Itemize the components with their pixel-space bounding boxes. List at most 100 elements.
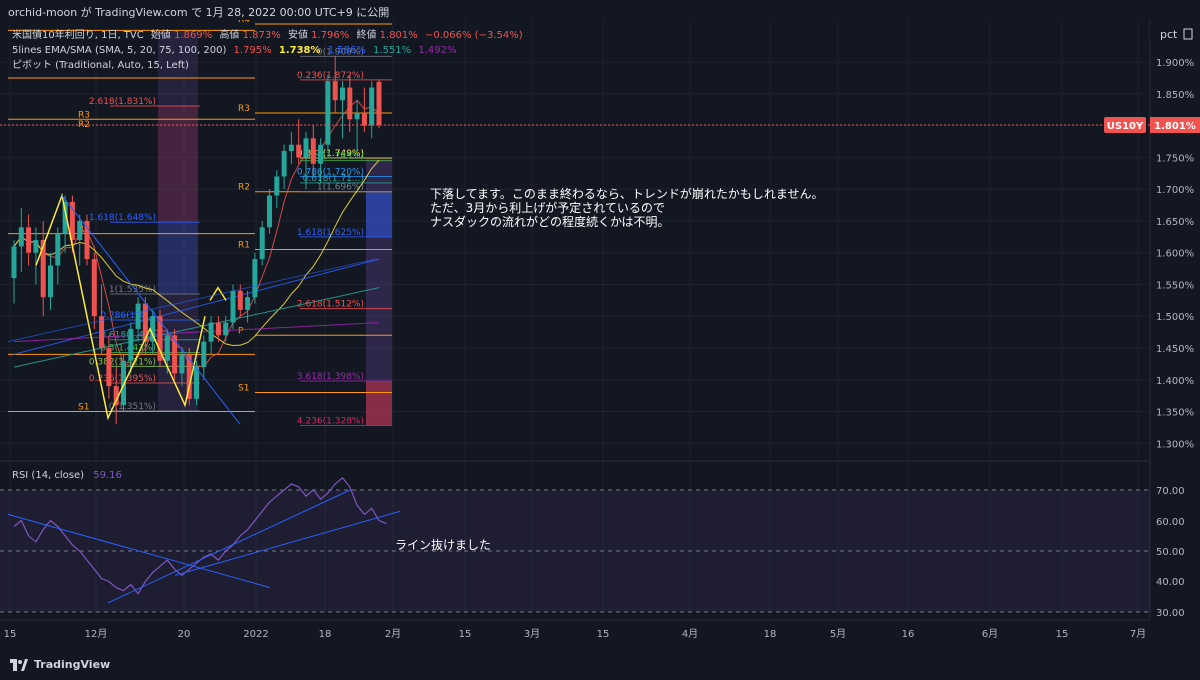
candle-body — [288, 144, 294, 152]
candle-body — [215, 322, 221, 336]
candle-body — [230, 290, 236, 323]
rsi-tick-label: 30.00 — [1156, 608, 1185, 619]
rsi-value: 59.16 — [93, 470, 122, 481]
candle-body — [340, 87, 345, 101]
candle-body — [33, 240, 39, 253]
rsi-tick-label: 70.00 — [1156, 486, 1185, 497]
candle-body — [303, 138, 309, 158]
time-tick-label: 15 — [459, 629, 472, 640]
fib-right-label: 2.618(1.512%) — [297, 300, 364, 310]
price-tick-label: 1.400% — [1156, 376, 1194, 387]
pivot-r4-label: R4 — [238, 20, 250, 25]
pivot-left-label: R3 — [78, 110, 90, 120]
price-tick-label: 1.300% — [1156, 439, 1194, 450]
candle-body — [252, 259, 258, 298]
fib-right-zone — [366, 158, 392, 426]
time-tick-label: 18 — [319, 629, 332, 640]
candle-body — [354, 112, 360, 120]
price-tick-label: 1.900% — [1156, 58, 1194, 69]
time-tick-label: 15 — [4, 629, 17, 640]
price-tick-label: 1.850% — [1156, 90, 1194, 101]
footer: TradingView — [0, 648, 1200, 680]
candle-body — [106, 348, 112, 387]
rsi-tick-label: 40.00 — [1156, 577, 1185, 588]
candle-body — [332, 81, 338, 101]
legend-close-label: 終値 — [356, 28, 376, 41]
candle-body — [274, 176, 280, 196]
pivot-right-label: S1 — [238, 383, 249, 393]
legend-ma-value-4: 1.551% — [373, 45, 411, 56]
price-tick-label: 1.750% — [1156, 153, 1194, 164]
publish-header: orchid-moon が TradingView.com で 1月 28, 2… — [0, 0, 1200, 20]
rsi-band — [0, 489, 1150, 613]
legend-ma-value-1: 1.795% — [234, 45, 272, 56]
candle-body — [201, 341, 207, 368]
price-axis[interactable]: 1.900%1.850%1.800%1.750%1.700%1.650%1.60… — [1156, 58, 1194, 450]
time-tick-label: 2月 — [385, 628, 401, 640]
candle-body — [128, 328, 134, 361]
fib-left-label: 1.618(1.648%) — [89, 213, 156, 223]
candle-body — [194, 367, 199, 399]
candle-body — [40, 240, 46, 298]
candle-body — [164, 335, 170, 361]
legend-high-value: 1.873% — [243, 30, 281, 41]
pivot-right-label: R3 — [238, 104, 250, 114]
time-tick-label: 4月 — [682, 628, 698, 640]
price-tick-label: 1.550% — [1156, 280, 1194, 291]
fib-right-label: 0.236(1.872%) — [297, 71, 364, 81]
symbol-tag-text: US10Y — [1107, 121, 1144, 132]
legend-ma-title: 5lines EMA/SMA (SMA, 5, 20, 75, 100, 200… — [12, 45, 226, 56]
time-tick-label: 15 — [1056, 629, 1069, 640]
rsi-legend: RSI (14, close) 59.16 — [12, 470, 122, 481]
fib-left-label: 2.618(1.831%) — [89, 97, 156, 107]
rsi-annotation[interactable]: ライン抜けました — [395, 538, 491, 552]
candle-body — [245, 297, 251, 310]
time-tick-label: 2022 — [243, 629, 268, 640]
candle-body — [310, 138, 316, 164]
annotation-line-3: ナスダックの流れがどの程度続くかは不明。 — [430, 214, 670, 229]
legend-low-label: 安値 — [288, 28, 308, 41]
time-axis[interactable]: 15 12月 20 2022 18 2月 15 3月 15 4月 18 5月 16 6月 15 7月 — [4, 628, 1147, 640]
current-price-text: 1.801% — [1154, 121, 1196, 132]
candle-body — [135, 303, 141, 329]
fib-left-red — [158, 105, 198, 223]
svg-text:米国債10年利回り, 1日, TVC 始値: 米国債10年利回り, 1日, TVC 始値 1.869% 高値 1.873% 安… — [12, 28, 523, 41]
candle-body — [11, 246, 17, 279]
time-tick-label: 6月 — [982, 628, 998, 640]
price-chart[interactable]: R3R2R1S1R3R2R1PS1R4 2.618(1.831%)1.618(1… — [0, 20, 1200, 648]
unit-label: pct — [1160, 28, 1178, 41]
candle-body — [55, 233, 61, 266]
candle-body — [259, 227, 265, 260]
annotation-line-2: ただ、3月から利上げが予定されているので — [430, 200, 665, 215]
candle-body — [48, 265, 53, 298]
rsi-tick-label: 50.00 — [1156, 547, 1185, 558]
time-tick-label: 15 — [597, 629, 610, 640]
candle-body — [237, 290, 243, 310]
tradingview-icon — [10, 658, 28, 671]
legend-ma-value-2: 1.738% — [279, 45, 321, 56]
candle-body — [208, 322, 214, 342]
rsi-tick-label: 60.00 — [1156, 517, 1185, 528]
tradingview-logo[interactable]: TradingView — [10, 658, 110, 671]
time-tick-label: 16 — [902, 629, 915, 640]
price-tick-label: 1.650% — [1156, 217, 1194, 228]
time-tick-label: 20 — [178, 629, 191, 640]
candle-body — [376, 81, 382, 126]
legend-open-value: 1.869% — [174, 30, 212, 41]
pivot-right-label: P — [238, 326, 244, 336]
fib-right-label: 4.236(1.328%) — [297, 417, 364, 427]
legend-ma-value-3: 1.586% — [328, 45, 366, 56]
annotation-line-1: 下落してます。このまま終わるなら、トレンドが崩れたかもしれません。 — [430, 186, 823, 201]
fib-right-blue — [366, 191, 392, 237]
fib-right-label: 0.5(1.745%) — [308, 152, 364, 162]
fib-right-red — [366, 381, 392, 426]
legend-close-value: 1.801% — [380, 30, 418, 41]
price-tick-label: 1.350% — [1156, 408, 1194, 419]
candle-body — [26, 227, 32, 253]
rsi-axis[interactable]: 70.00 60.00 50.00 40.00 30.00 — [1156, 486, 1185, 619]
legend-symbol: 米国債10年利回り, 1日, TVC — [12, 28, 144, 41]
publish-line: orchid-moon が TradingView.com で 1月 28, 2… — [8, 6, 390, 19]
candle-body — [318, 144, 324, 164]
legend-pivot: ピボット (Traditional, Auto, 15, Left) — [12, 59, 189, 71]
pivot-left-label: S1 — [78, 403, 89, 413]
